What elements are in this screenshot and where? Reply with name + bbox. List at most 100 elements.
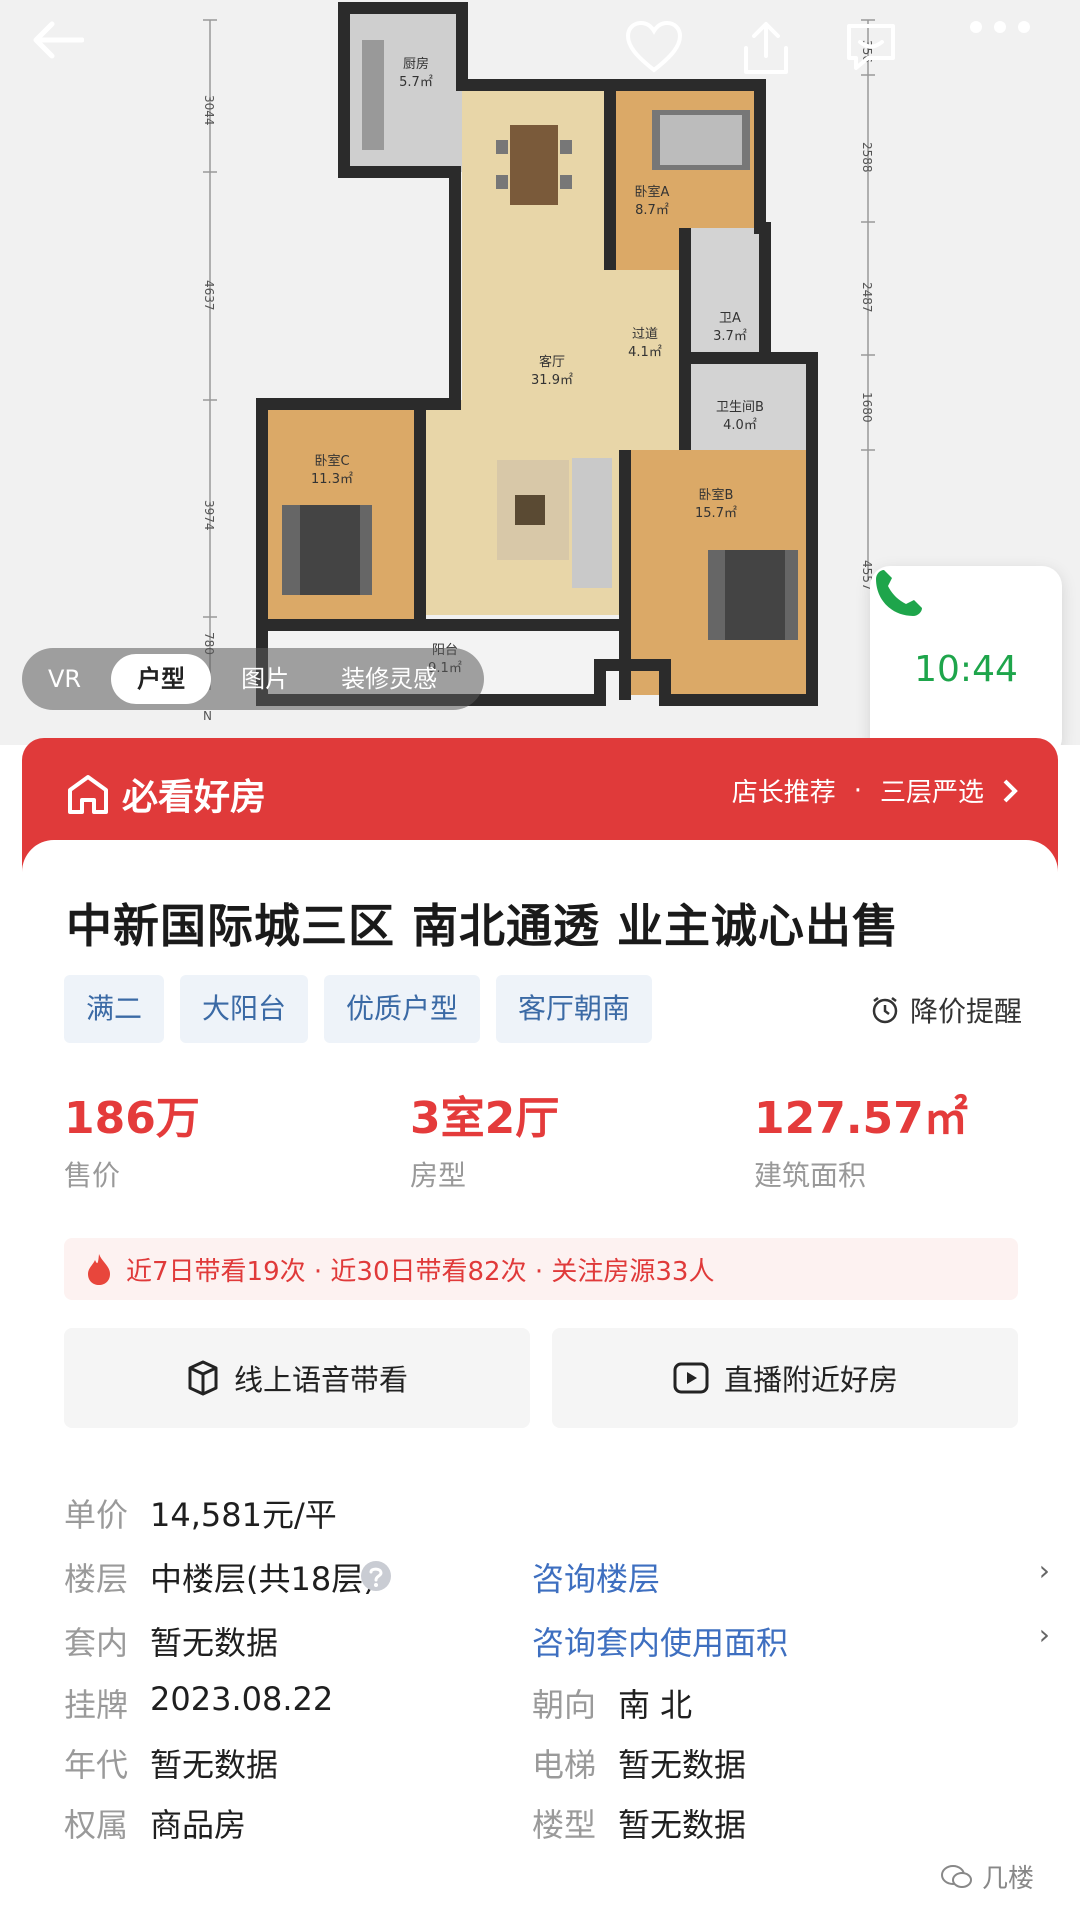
svg-text:1680: 1680 — [860, 392, 874, 423]
svg-text:过道: 过道 — [632, 327, 658, 342]
chevron-right-icon[interactable]: › — [1039, 1554, 1050, 1587]
voice-tour-label: 线上语音带看 — [233, 1363, 408, 1397]
detail-value: 中楼层(共18层) — [150, 1560, 376, 1598]
call-time: 10:44 — [914, 648, 1018, 690]
viewing-heat-text: 近7日带看19次 · 近30日带看82次 · 关注房源33人 — [126, 1256, 715, 1287]
top-nav-bar — [0, 0, 1080, 120]
detail-key: 年代 — [64, 1746, 129, 1784]
action-buttons: 线上语音带看 直播附近好房 — [64, 1328, 1018, 1428]
svg-text:N: N — [203, 709, 212, 723]
svg-text:4.0㎡: 4.0㎡ — [723, 418, 757, 433]
detail-row: 楼层 中楼层(共18层) 咨询楼层 › — [64, 1554, 1054, 1614]
watermark: 几楼 — [940, 1858, 1034, 1895]
detail-value: 14,581元/平 — [150, 1496, 337, 1534]
svg-text:2588: 2588 — [860, 142, 874, 173]
detail-row: 年代 暂无数据 电梯 暂无数据 — [64, 1740, 1054, 1800]
stat-label: 房型 — [410, 1159, 467, 1192]
call-button[interactable]: 10:44 — [870, 566, 1062, 745]
svg-text:15.7㎡: 15.7㎡ — [695, 506, 737, 521]
detail-value: 暂无数据 — [618, 1806, 747, 1844]
heart-icon[interactable] — [624, 20, 704, 100]
tag: 大阳台 — [180, 975, 309, 1043]
svg-text:客厅: 客厅 — [539, 354, 565, 370]
share-icon[interactable] — [740, 20, 820, 100]
svg-text:31.9㎡: 31.9㎡ — [531, 373, 573, 388]
ask-inner-area-link[interactable]: 咨询套内使用面积 — [532, 1618, 788, 1664]
tab-vr[interactable]: VR — [22, 654, 107, 704]
detail-key: 楼型 — [532, 1806, 597, 1844]
svg-text:卫生间B: 卫生间B — [716, 400, 764, 415]
play-icon — [673, 1362, 709, 1394]
price-alert-button[interactable]: 降价提醒 — [870, 990, 1022, 1030]
chevron-right-icon — [1003, 779, 1018, 802]
detail-value: 暂无数据 — [618, 1746, 747, 1784]
svg-text:4.1㎡: 4.1㎡ — [628, 345, 662, 360]
chevron-right-icon[interactable]: › — [1039, 1618, 1050, 1651]
banner-title-text: 必看好房 — [122, 777, 267, 818]
svg-text:卫A: 卫A — [719, 311, 741, 326]
svg-text:3974: 3974 — [202, 500, 216, 531]
detail-row: 挂牌 2023.08.22 朝向 南 北 — [64, 1680, 1054, 1740]
svg-text:卧室C: 卧室C — [314, 453, 349, 469]
svg-text:2487: 2487 — [860, 282, 874, 313]
tag: 优质户型 — [324, 975, 481, 1043]
more-icon[interactable] — [968, 20, 1048, 100]
stat-layout: 3室2厅 房型 — [410, 1082, 559, 1194]
banner-dot: · — [853, 775, 862, 806]
detail-value: 南 北 — [618, 1686, 693, 1724]
house-logo-icon — [68, 775, 108, 814]
banner-link-manager-pick: 店长推荐 — [731, 778, 836, 808]
detail-value: 暂无数据 — [150, 1624, 279, 1662]
ask-floor-link[interactable]: 咨询楼层 — [532, 1554, 660, 1600]
live-stream-button[interactable]: 直播附近好房 — [552, 1328, 1018, 1428]
tag-list: 满二 大阳台 优质户型 客厅朝南 — [64, 975, 653, 1043]
svg-text:8.7㎡: 8.7㎡ — [635, 203, 669, 218]
detail-key: 楼层 — [64, 1560, 129, 1598]
cube-icon — [188, 1360, 218, 1396]
stat-label: 建筑面积 — [754, 1159, 867, 1192]
banner-links[interactable]: 店长推荐 · 三层严选 — [732, 772, 1018, 809]
wechat-icon — [941, 1864, 972, 1888]
alarm-clock-icon — [872, 997, 898, 1024]
price-alert-label: 降价提醒 — [909, 995, 1022, 1028]
detail-value: 商品房 — [150, 1806, 247, 1844]
detail-key: 套内 — [64, 1624, 129, 1662]
svg-text:卧室B: 卧室B — [699, 487, 734, 503]
stat-value: 127.57㎡ — [754, 1093, 968, 1144]
tag: 客厅朝南 — [496, 975, 653, 1043]
watermark-text: 几楼 — [982, 1864, 1035, 1894]
tab-photos[interactable]: 图片 — [215, 654, 315, 704]
tag: 满二 — [64, 975, 165, 1043]
stat-value: 3室2厅 — [410, 1093, 560, 1144]
back-arrow-icon[interactable] — [30, 20, 110, 100]
media-tabs: VR 户型 图片 装修灵感 — [22, 648, 484, 710]
voice-tour-button[interactable]: 线上语音带看 — [64, 1328, 530, 1428]
tab-decor-inspiration[interactable]: 装修灵感 — [315, 654, 463, 704]
tab-floorplan[interactable]: 户型 — [111, 654, 212, 704]
detail-value: 暂无数据 — [150, 1746, 279, 1784]
message-icon[interactable] — [844, 20, 924, 100]
key-stats: 186万 售价 3室2厅 房型 127.57㎡ 建筑面积 — [64, 1082, 1044, 1202]
listing-card: 中新国际城三区 南北通透 业主诚心出售 满二 大阳台 优质户型 客厅朝南 降价提… — [22, 840, 1058, 1923]
detail-row: 套内 暂无数据 咨询套内使用面积 › — [64, 1618, 1054, 1678]
svg-text:4637: 4637 — [202, 280, 216, 311]
detail-row: 权属 商品房 楼型 暂无数据 — [64, 1800, 1054, 1860]
stat-label: 售价 — [64, 1159, 121, 1192]
stat-value: 186万 — [64, 1093, 200, 1144]
detail-row: 单价 14,581元/平 — [64, 1490, 1054, 1550]
listing-title: 中新国际城三区 南北通透 业主诚心出售 — [66, 899, 900, 953]
floorplan-image[interactable]: 厨房 5.7㎡ 卧室A 8.7㎡ 卫A 3.7㎡ 过道 4.1㎡ 客厅 31.9㎡ 卫生间… — [0, 0, 1080, 745]
viewing-heat-bar: 近7日带看19次 · 近30日带看82次 · 关注房源33人 — [64, 1238, 1018, 1300]
detail-key: 朝向 — [532, 1686, 597, 1724]
stat-price: 186万 售价 — [64, 1082, 200, 1194]
detail-value: 2023.08.22 — [150, 1680, 334, 1718]
svg-text:11.3㎡: 11.3㎡ — [311, 472, 353, 487]
phone-icon — [876, 570, 922, 616]
detail-key: 单价 — [64, 1496, 129, 1534]
flame-icon — [88, 1254, 110, 1285]
banner-link-triple-check: 三层严选 — [879, 778, 984, 808]
svg-text:卧室A: 卧室A — [635, 184, 670, 200]
help-icon[interactable] — [360, 1560, 392, 1592]
svg-text:3.7㎡: 3.7㎡ — [713, 329, 747, 344]
detail-key: 电梯 — [532, 1746, 597, 1784]
